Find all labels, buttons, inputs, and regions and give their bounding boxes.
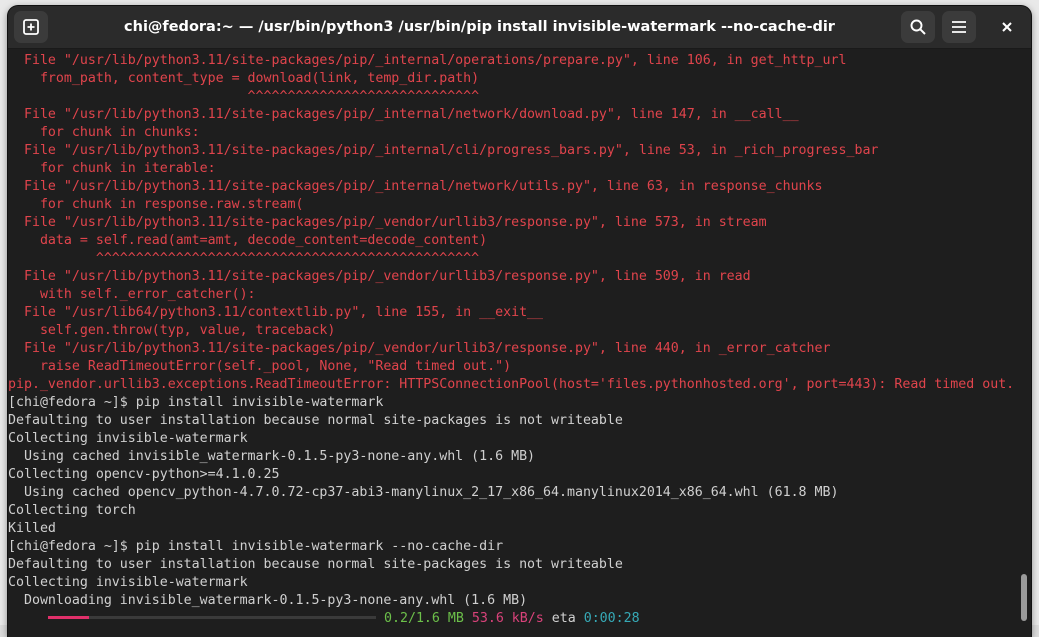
terminal-line: Using cached opencv_python-4.7.0.72-cp37… <box>8 485 839 500</box>
progress-bar-fill <box>48 615 89 619</box>
terminal-line: File "/usr/lib/python3.11/site-packages/… <box>8 179 823 194</box>
terminal-window: chi@fedora:~ — /usr/bin/python3 /usr/bin… <box>8 6 1031 637</box>
terminal-line: for chunk in iterable: <box>8 161 216 176</box>
main-menu-button[interactable] <box>942 11 976 43</box>
terminal-line: [chi@fedora ~]$ pip install invisible-wa… <box>8 539 504 554</box>
terminal-output[interactable]: File "/usr/lib/python3.11/site-packages/… <box>8 52 1016 637</box>
scrollbar-thumb[interactable] <box>1021 574 1027 621</box>
download-progress-line: 0.2/1.6 MB 53.6 kB/s eta 0:00:28 <box>8 610 1016 628</box>
terminal-line: from_path, content_type = download(link,… <box>8 71 480 86</box>
terminal-line: File "/usr/lib/python3.11/site-packages/… <box>8 107 799 122</box>
terminal-line: Collecting opencv-python>=4.1.0.25 <box>8 467 280 482</box>
search-button[interactable] <box>901 11 935 43</box>
window-title: chi@fedora:~ — /usr/bin/python3 /usr/bin… <box>124 19 835 35</box>
title-bar: chi@fedora:~ — /usr/bin/python3 /usr/bin… <box>8 6 1031 49</box>
progress-bar <box>48 615 376 619</box>
terminal-line: Using cached invisible_watermark-0.1.5-p… <box>8 449 536 464</box>
search-icon <box>910 19 926 35</box>
new-tab-button[interactable] <box>14 11 48 43</box>
download-speed: 53.6 kB/s <box>471 611 544 626</box>
terminal-line: ^^^^^^^^^^^^^^^^^^^^^^^^^^^^^^^^^^^^^^^^… <box>8 251 480 266</box>
terminal-line: self.gen.throw(typ, value, traceback) <box>8 323 336 338</box>
terminal-line: File "/usr/lib/python3.11/site-packages/… <box>8 269 751 284</box>
eta-value: 0:00:28 <box>583 611 640 626</box>
terminal-line: Collecting invisible-watermark <box>8 431 248 446</box>
terminal-line: Killed <box>8 521 56 536</box>
close-button[interactable] <box>990 11 1024 43</box>
hamburger-menu-icon <box>952 21 966 33</box>
terminal-line: File "/usr/lib/python3.11/site-packages/… <box>8 143 879 158</box>
close-icon <box>1002 22 1012 32</box>
eta-label: eta <box>551 611 576 626</box>
terminal-line: File "/usr/lib/python3.11/site-packages/… <box>8 341 831 356</box>
terminal-line: for chunk in chunks: <box>8 125 200 140</box>
scrollbar[interactable] <box>1016 52 1031 637</box>
terminal-line: [chi@fedora ~]$ pip install invisible-wa… <box>8 395 384 410</box>
terminal-line: with self._error_catcher(): <box>8 287 256 302</box>
terminal-line: raise ReadTimeoutError(self._pool, None,… <box>8 359 512 374</box>
terminal-line: ^^^^^^^^^^^^^^^^^^^^^^^^^^^^^ <box>8 89 480 104</box>
terminal-line: pip._vendor.urllib3.exceptions.ReadTimeo… <box>8 377 1015 392</box>
terminal-line: File "/usr/lib64/python3.11/contextlib.p… <box>8 305 544 320</box>
terminal-line: File "/usr/lib/python3.11/site-packages/… <box>8 53 847 68</box>
download-size: 0.2/1.6 MB <box>384 611 464 626</box>
terminal-line: Defaulting to user installation because … <box>8 413 623 428</box>
new-tab-icon <box>23 19 39 35</box>
terminal-line: data = self.read(amt=amt, decode_content… <box>8 233 488 248</box>
terminal-line: Defaulting to user installation because … <box>8 557 623 572</box>
terminal-line: Downloading invisible_watermark-0.1.5-py… <box>8 593 528 608</box>
terminal-line: for chunk in response.raw.stream( <box>8 197 304 212</box>
terminal-line: File "/usr/lib/python3.11/site-packages/… <box>8 215 767 230</box>
terminal-line: Collecting invisible-watermark <box>8 575 248 590</box>
terminal-line: Collecting torch <box>8 503 136 518</box>
